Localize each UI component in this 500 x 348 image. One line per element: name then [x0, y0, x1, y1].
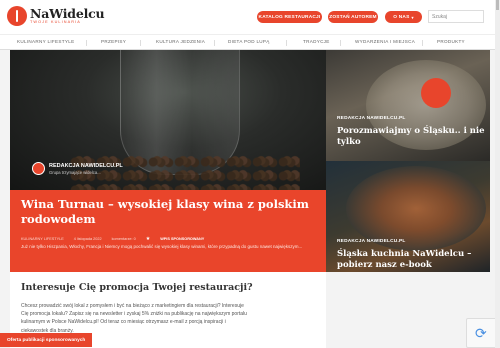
side-article-author[interactable]: REDAKCJA NAWIDELCU.PL — [337, 239, 406, 244]
author-name: REDAKCJA NAWIDELCU.PL — [49, 162, 123, 169]
chevron-down-icon: ▾ — [411, 14, 414, 20]
article-meta: KULINARNY LIFESTYLE 4 listopada 2022 kom… — [21, 236, 204, 242]
promo-title: Interesuje Cię promocja Twojej restaurac… — [21, 282, 253, 293]
nav-divider — [422, 40, 423, 46]
nav-divider — [340, 40, 341, 46]
photo-icon — [421, 78, 451, 108]
scrollbar-thumb[interactable] — [496, 0, 499, 10]
article-category[interactable]: KULINARNY LIFESTYLE — [21, 237, 64, 241]
about-label: O NAS — [393, 14, 410, 20]
catalog-button[interactable]: KATALOG RESTAURACJI — [257, 11, 322, 23]
article-comments[interactable]: komentarze: 0 — [112, 237, 136, 241]
nav-item-products[interactable]: PRODUKTY — [437, 39, 465, 44]
site-header: NaWidelcu TWOJE KULINARIA KATALOG RESTAU… — [0, 0, 500, 34]
nav-item-food-culture[interactable]: KULTURA JEDZENIA — [156, 39, 205, 44]
about-dropdown[interactable]: O NAS ▾ — [385, 11, 422, 23]
article-excerpt: Już nie tylko Hiszpania, Włochy, Francja… — [21, 244, 303, 249]
scrollbar[interactable] — [495, 0, 500, 348]
search-input[interactable]: Szukaj — [428, 10, 484, 23]
recaptcha-icon: ⟳ — [475, 325, 487, 341]
promo-text: Chcesz prowadzić swój lokal z pomysłem i… — [21, 303, 247, 334]
nav-divider — [286, 40, 287, 46]
sponsored-offer-button[interactable]: Oferta publikacji sponsorowanych — [0, 333, 93, 347]
main-nav: KULINARNY LIFESTYLE PRZEPISY KULTURA JED… — [0, 34, 500, 50]
logo-name: NaWidelcu — [30, 6, 105, 21]
author-description: Grupa trzymające widelca... — [49, 169, 101, 175]
article-author[interactable]: REDAKCJA NAWIDELCU.PL Grupa trzymające w… — [32, 162, 123, 175]
nav-divider — [140, 40, 141, 46]
sponsored-label: WPIS SPONSOROWANY — [160, 237, 205, 241]
featured-article-title[interactable]: Wina Turnau – wysokiej klasy wina z pols… — [21, 197, 311, 227]
site-logo[interactable]: NaWidelcu TWOJE KULINARIA — [7, 6, 105, 26]
featured-article-image[interactable]: REDAKCJA NAWIDELCU.PL Grupa trzymające w… — [10, 50, 326, 190]
author-avatar — [32, 162, 45, 175]
nav-item-events[interactable]: WYDARZENIA I MIEJSCA — [355, 39, 415, 44]
side-article-title[interactable]: Śląska kuchnia NaWidelcu – pobierz nasz … — [337, 249, 487, 271]
nav-divider — [86, 40, 87, 46]
nav-item-traditions[interactable]: TRADYCJE — [303, 39, 330, 44]
nav-item-recipes[interactable]: PRZEPISY — [101, 39, 126, 44]
become-author-button[interactable]: ZOSTAŃ AUTOREM — [328, 11, 378, 23]
nav-item-lifestyle[interactable]: KULINARNY LIFESTYLE — [17, 39, 74, 44]
side-article-2[interactable]: REDAKCJA NAWIDELCU.PL Śląska kuchnia NaW… — [326, 161, 490, 272]
article-date: 4 listopada 2022 — [73, 237, 102, 241]
nav-item-diet[interactable]: DIETA POD LUPĄ — [228, 39, 270, 44]
side-article-author[interactable]: REDAKCJA NAWIDELCU.PL — [337, 116, 406, 121]
fork-logo-icon — [7, 6, 27, 26]
nav-divider — [214, 40, 215, 46]
side-article-1[interactable]: REDAKCJA NAWIDELCU.PL Porozmawiajmy o Śl… — [326, 50, 490, 161]
side-article-title[interactable]: Porozmawiajmy o Śląsku.. i nie tylko — [337, 126, 487, 148]
star-icon: ★ — [145, 236, 151, 242]
